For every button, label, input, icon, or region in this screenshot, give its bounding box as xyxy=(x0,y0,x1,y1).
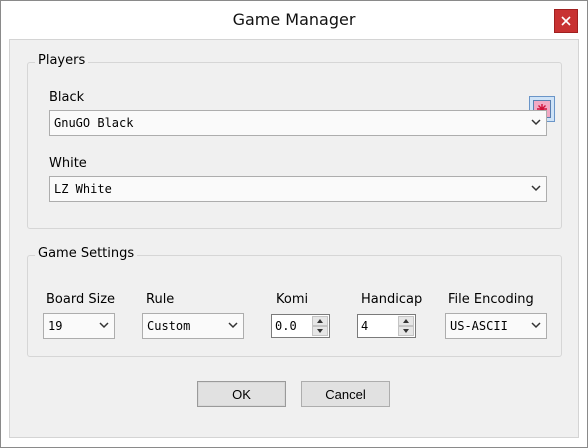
title-bar[interactable]: Game Manager xyxy=(1,1,587,39)
komi-decrement-button[interactable] xyxy=(312,326,328,336)
arrow-up-icon xyxy=(403,319,409,323)
white-label: White xyxy=(49,156,87,171)
handicap-decrement-button[interactable] xyxy=(398,326,414,336)
komi-stepper[interactable]: 0.0 xyxy=(271,314,330,338)
black-player-select[interactable]: GnuGO Black xyxy=(49,110,547,136)
window-title: Game Manager xyxy=(232,10,356,29)
handicap-increment-button[interactable] xyxy=(398,316,414,326)
komi-value: 0.0 xyxy=(275,319,297,333)
white-player-value: LZ White xyxy=(54,182,112,196)
rule-select[interactable]: Custom xyxy=(142,313,244,339)
board-size-select[interactable]: 19 xyxy=(43,313,115,339)
arrow-down-icon xyxy=(403,329,409,333)
chevron-down-icon xyxy=(531,185,541,192)
rule-value: Custom xyxy=(147,319,191,333)
chevron-down-icon xyxy=(531,322,541,329)
komi-label: Komi xyxy=(276,292,309,307)
chevron-down-icon xyxy=(531,119,541,126)
chevron-down-icon xyxy=(228,322,238,329)
dialog-body: Players Black GnuGO Black White LZ White xyxy=(9,39,579,438)
rule-label: Rule xyxy=(146,292,175,307)
handicap-stepper[interactable]: 4 xyxy=(357,314,416,338)
arrow-down-icon xyxy=(317,329,323,333)
file-encoding-value: US-ASCII xyxy=(450,319,508,333)
board-size-value: 19 xyxy=(48,319,63,333)
close-icon xyxy=(561,16,571,26)
close-button[interactable] xyxy=(554,9,578,33)
game-settings-group: Game Settings Board Size 19 Rule Custom … xyxy=(27,246,562,357)
komi-increment-button[interactable] xyxy=(312,316,328,326)
players-group: Players Black GnuGO Black White LZ White xyxy=(27,53,562,229)
arrow-up-icon xyxy=(317,319,323,323)
handicap-label: Handicap xyxy=(361,292,423,307)
white-player-select[interactable]: LZ White xyxy=(49,176,547,202)
chevron-down-icon xyxy=(99,322,109,329)
black-player-value: GnuGO Black xyxy=(54,116,134,130)
black-label: Black xyxy=(49,90,85,105)
game-manager-window: Game Manager Players Black GnuGO Black W… xyxy=(0,0,588,448)
file-encoding-label: File Encoding xyxy=(448,292,534,307)
players-group-label: Players xyxy=(35,53,89,68)
game-settings-group-label: Game Settings xyxy=(35,246,138,261)
handicap-value: 4 xyxy=(361,319,369,333)
board-size-label: Board Size xyxy=(46,292,116,307)
file-encoding-select[interactable]: US-ASCII xyxy=(445,313,547,339)
cancel-button[interactable]: Cancel xyxy=(301,381,390,407)
ok-button[interactable]: OK xyxy=(197,381,286,407)
